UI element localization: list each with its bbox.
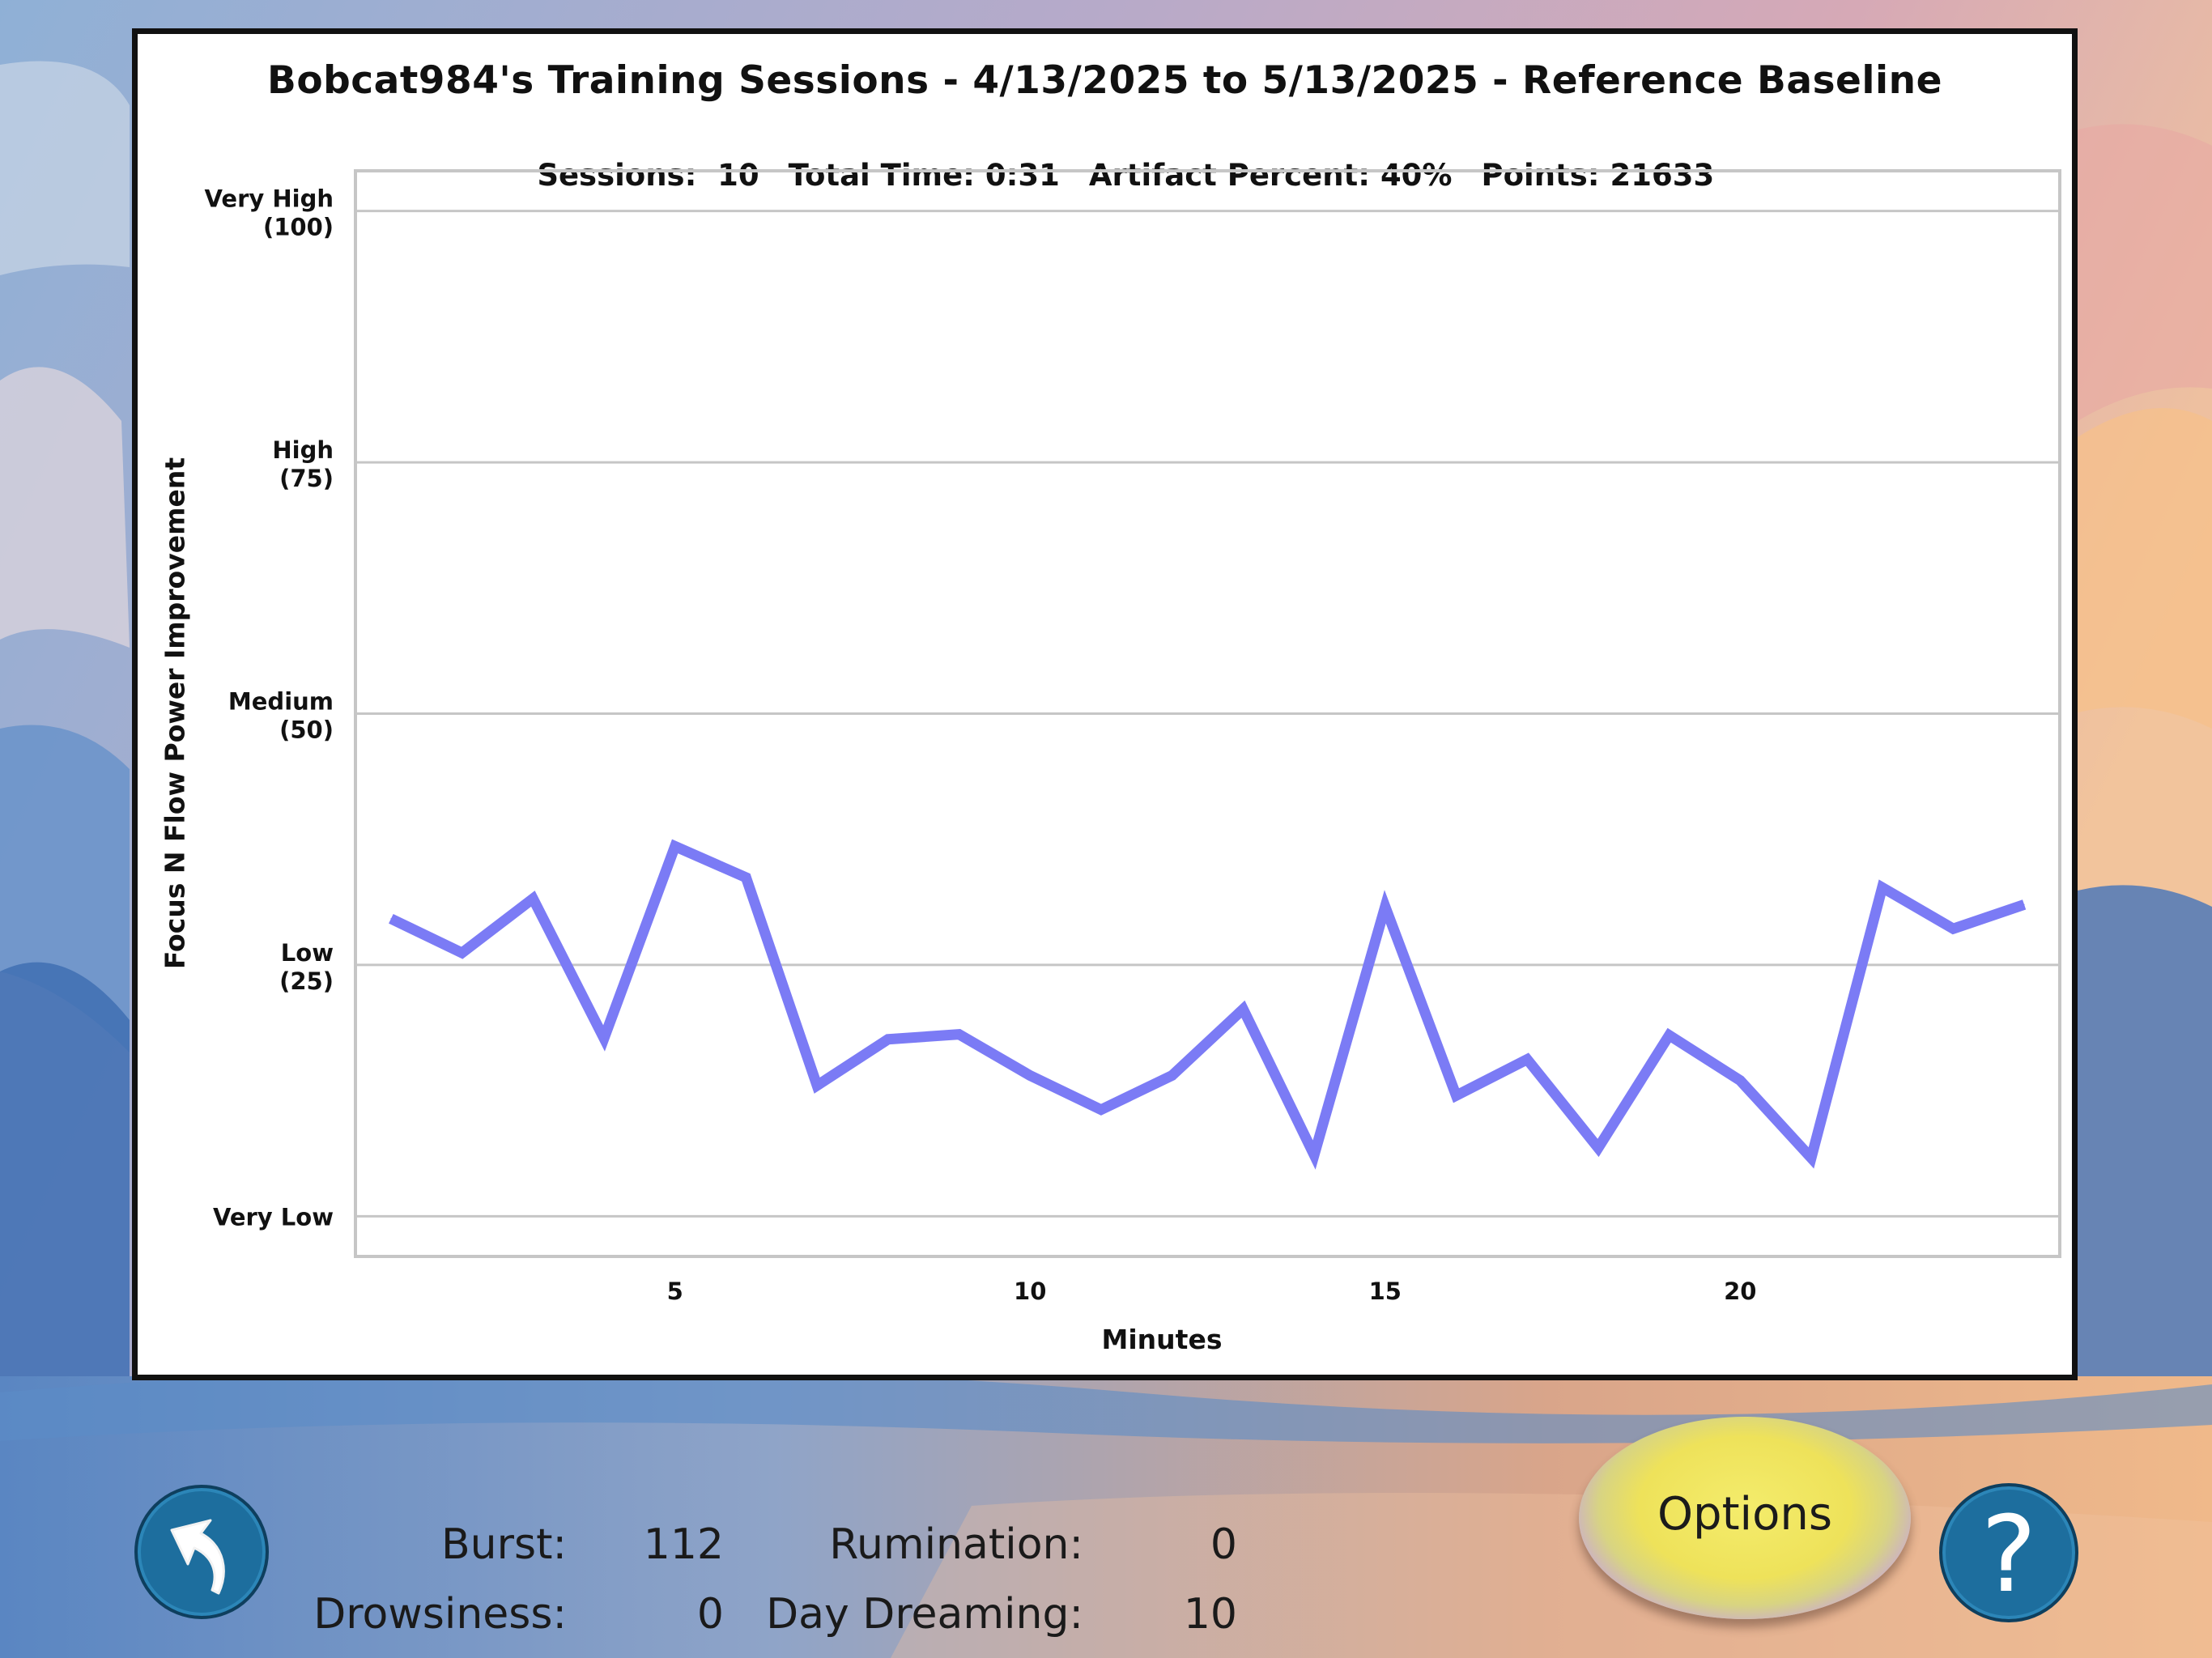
back-arrow-icon	[170, 1519, 225, 1595]
x-axis-label: Minutes	[1101, 1324, 1223, 1355]
rumination-value: 0	[1210, 1520, 1237, 1569]
y-tick-label: (50)	[279, 716, 334, 744]
help-button[interactable]: ?	[1939, 1483, 2078, 1622]
daydreaming-value: 10	[1183, 1590, 1237, 1639]
daydreaming-label: Day Dreaming:	[766, 1590, 1083, 1639]
y-tick-label: Low	[281, 939, 334, 967]
data-point	[603, 1038, 605, 1039]
line-chart: Very High(100) High(75) Medium(50) Low(25) V…	[205, 169, 2061, 1305]
y-tick-label: High	[272, 436, 334, 464]
drowsiness-label: Drowsiness:	[313, 1590, 567, 1639]
data-point	[1313, 1154, 1315, 1156]
data-point	[1455, 1095, 1457, 1096]
series-line-0	[389, 839, 2027, 1170]
x-tick-label: 20	[1724, 1278, 1756, 1305]
rumination-label: Rumination:	[829, 1520, 1083, 1569]
data-point	[1526, 1059, 1528, 1061]
data-point	[674, 845, 676, 847]
y-tick-label: (75)	[279, 465, 334, 492]
data-point	[2023, 903, 2025, 905]
data-point	[390, 918, 392, 920]
y-tick-label: Very Low	[213, 1203, 334, 1231]
y-tick-label: (25)	[279, 967, 334, 995]
data-point	[1100, 1109, 1102, 1111]
y-tick-label: Medium	[228, 688, 334, 716]
burst-value: 112	[643, 1520, 724, 1569]
burst-label: Burst:	[440, 1520, 567, 1569]
data-point	[1597, 1147, 1599, 1149]
options-button[interactable]: Options	[1579, 1417, 1911, 1619]
x-tick-label: 10	[1014, 1278, 1046, 1305]
data-point	[1739, 1080, 1741, 1082]
back-button[interactable]	[134, 1485, 269, 1619]
y-tick-label: Very High	[205, 185, 334, 213]
data-point	[1029, 1075, 1031, 1076]
help-icon: ?	[1980, 1493, 2037, 1616]
data-point	[532, 898, 534, 899]
y-tick-label: (100)	[263, 214, 334, 241]
x-tick-label: 5	[667, 1278, 683, 1305]
x-tick-label: 15	[1369, 1278, 1402, 1305]
data-point	[745, 877, 747, 878]
options-button-label: Options	[1657, 1488, 1833, 1541]
drowsiness-value: 0	[696, 1590, 724, 1639]
data-point	[1242, 1009, 1244, 1010]
data-point	[816, 1085, 818, 1086]
